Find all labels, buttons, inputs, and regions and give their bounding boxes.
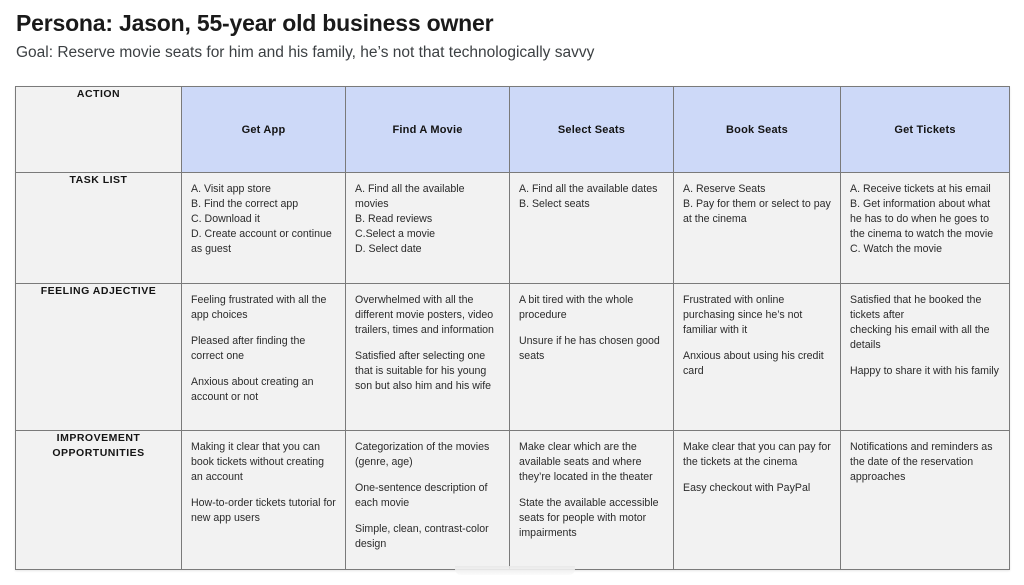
improvement-text: Categorization of the movies (genre, age… <box>355 441 490 469</box>
table-cell-improve-find-a-movie: Categorization of the movies (genre, age… <box>345 430 510 570</box>
table-row-task-list: TASK LIST A. Visit app store B. Find the… <box>15 172 1010 284</box>
task-list-text: A. Find all the available movies B. Read… <box>355 183 465 256</box>
task-list-text: A. Reserve Seats B. Pay for them or sele… <box>683 183 831 226</box>
feeling-text: Anxious about creating an account or not <box>191 376 314 404</box>
feeling-text: Happy to share it with his family <box>850 365 999 378</box>
task-list-text: A. Visit app store B. Find the correct a… <box>191 183 332 256</box>
table-cell-task-find-a-movie: A. Find all the available movies B. Read… <box>345 172 510 284</box>
journey-map-table: ACTION Get App Find A Movie Select Seats… <box>15 86 1010 570</box>
slide-bottom-shadow <box>455 566 575 575</box>
table-row-feeling-adjective: FEELING ADJECTIVE Feeling frustrated wit… <box>15 283 1010 431</box>
table-cell-feeling-find-a-movie: Overwhelmed with all the different movie… <box>345 283 510 431</box>
row-label-feeling-adjective: FEELING ADJECTIVE <box>15 283 182 431</box>
stage-header-select-seats[interactable]: Select Seats <box>509 86 674 173</box>
feeling-text: Overwhelmed with all the different movie… <box>355 294 494 337</box>
stage-header-get-app[interactable]: Get App <box>181 86 346 173</box>
improvement-text: Make clear that you can pay for the tick… <box>683 441 831 469</box>
feeling-text: Anxious about using his credit card <box>683 350 824 378</box>
improvement-text: Simple, clean, contrast-color design <box>355 523 489 551</box>
row-label-action: ACTION <box>15 86 182 173</box>
table-cell-feeling-get-app: Feeling frustrated with all the app choi… <box>181 283 346 431</box>
table-row-improvement-opportunities: IMPROVEMENT OPPORTUNITIES Making it clea… <box>15 430 1010 570</box>
task-list-text: A. Receive tickets at his email B. Get i… <box>850 183 994 256</box>
table-cell-feeling-book-seats: Frustrated with online purchasing since … <box>673 283 841 431</box>
journey-map-slide: Persona: Jason, 55-year old business own… <box>0 0 1024 585</box>
row-label-task-list: TASK LIST <box>15 172 182 284</box>
table-cell-task-get-tickets: A. Receive tickets at his email B. Get i… <box>840 172 1010 284</box>
page-subtitle: Goal: Reserve movie seats for him and hi… <box>16 44 595 61</box>
feeling-text: Satisfied that he booked the tickets aft… <box>850 294 990 352</box>
feeling-text: Pleased after finding the correct one <box>191 335 306 363</box>
table-cell-feeling-select-seats: A bit tired with the whole procedure Uns… <box>509 283 674 431</box>
table-cell-improve-get-app: Making it clear that you can book ticket… <box>181 430 346 570</box>
stage-header-find-a-movie[interactable]: Find A Movie <box>345 86 510 173</box>
table-cell-improve-book-seats: Make clear that you can pay for the tick… <box>673 430 841 570</box>
improvement-text: One-sentence description of each movie <box>355 482 488 510</box>
table-cell-improve-select-seats: Make clear which are the available seats… <box>509 430 674 570</box>
task-list-text: A. Find all the available dates B. Selec… <box>519 183 658 211</box>
feeling-text: Satisfied after selecting one that is su… <box>355 350 492 393</box>
improvement-text: Making it clear that you can book ticket… <box>191 441 325 484</box>
page-title: Persona: Jason, 55-year old business own… <box>16 10 494 36</box>
stage-header-get-tickets[interactable]: Get Tickets <box>840 86 1010 173</box>
improvement-text: Notifications and reminders as the date … <box>850 441 993 484</box>
stage-header-book-seats[interactable]: Book Seats <box>673 86 841 173</box>
feeling-text: A bit tired with the whole procedure <box>519 294 634 322</box>
feeling-text: Unsure if he has chosen good seats <box>519 335 660 363</box>
improvement-text: Easy checkout with PayPal <box>683 482 811 495</box>
table-cell-task-get-app: A. Visit app store B. Find the correct a… <box>181 172 346 284</box>
feeling-text: Frustrated with online purchasing since … <box>683 294 803 337</box>
table-cell-improve-get-tickets: Notifications and reminders as the date … <box>840 430 1010 570</box>
improvement-text: State the available accessible seats for… <box>519 497 659 540</box>
table-cell-feeling-get-tickets: Satisfied that he booked the tickets aft… <box>840 283 1010 431</box>
table-cell-task-select-seats: A. Find all the available dates B. Selec… <box>509 172 674 284</box>
improvement-text: How-to-order tickets tutorial for new ap… <box>191 497 336 525</box>
improvement-text: Make clear which are the available seats… <box>519 441 653 484</box>
row-label-improvement-opportunities: IMPROVEMENT OPPORTUNITIES <box>15 430 182 570</box>
table-header-row: ACTION Get App Find A Movie Select Seats… <box>15 86 1010 173</box>
feeling-text: Feeling frustrated with all the app choi… <box>191 294 327 322</box>
table-cell-task-book-seats: A. Reserve Seats B. Pay for them or sele… <box>673 172 841 284</box>
